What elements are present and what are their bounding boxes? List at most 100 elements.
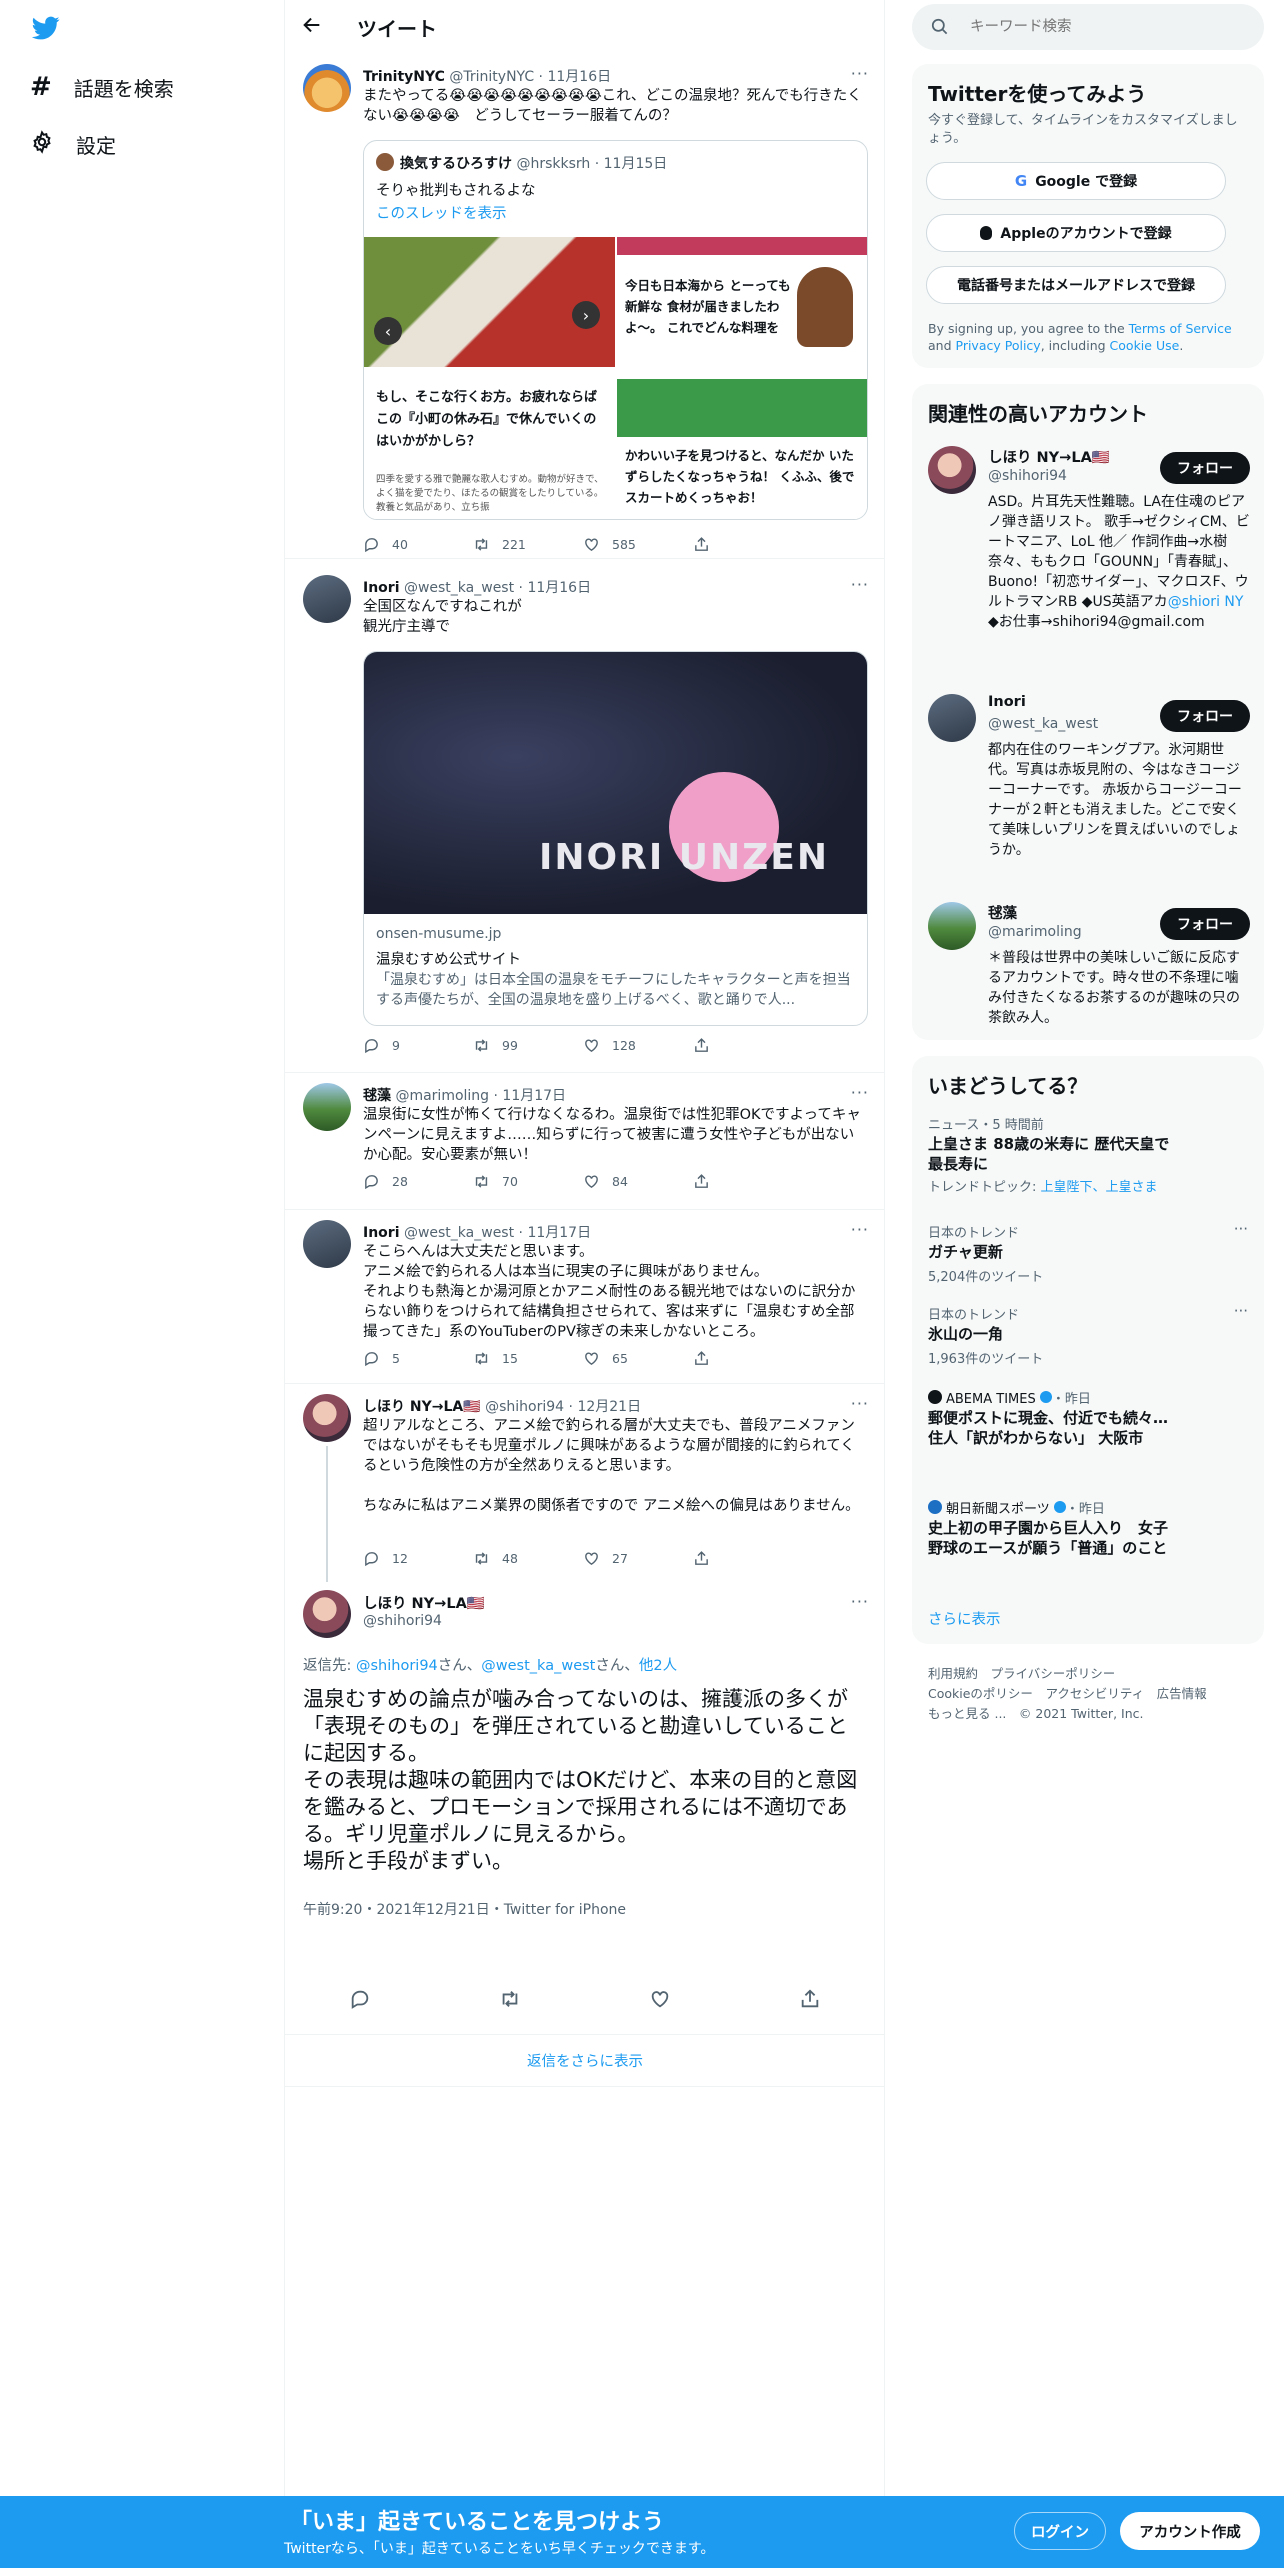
retweet-button[interactable]: 99 <box>473 1037 583 1054</box>
author-handle[interactable]: @shihori94 <box>485 1399 564 1415</box>
account-name[interactable]: しほり NY→LA🇺🇸 <box>988 446 1110 467</box>
more-icon[interactable]: ··· <box>851 1592 869 1611</box>
share-icon[interactable] <box>799 1988 821 2010</box>
twitter-logo-icon[interactable] <box>30 14 62 46</box>
tweet-timestamp[interactable]: 午前9:20・2021年12月21日・Twitter for iPhone <box>303 1899 626 1919</box>
share-button[interactable] <box>693 1550 803 1567</box>
avatar[interactable] <box>303 575 351 623</box>
author-name[interactable]: Inori <box>363 1225 400 1241</box>
login-button[interactable]: ログイン <box>1014 2512 1106 2550</box>
search-box[interactable] <box>912 4 1264 50</box>
trend-item[interactable]: 日本のトレンド ··· ガチャ更新 5,204件のツイート <box>912 1220 1264 1285</box>
more-icon[interactable]: ··· <box>851 1220 869 1239</box>
author-name[interactable]: Inori <box>363 580 400 596</box>
quote-image-right[interactable]: 今日も日本海から とーっても新鮮な 食材が届きましたわよ〜。 これでどんな料理を… <box>617 237 867 519</box>
author-name[interactable]: しほり NY→LA🇺🇸 <box>363 1399 481 1415</box>
quote-image-left[interactable]: ‹ › もし、そこな行くお方。お疲れならばこの『小町の休み石』で休んでいくのはい… <box>364 237 615 519</box>
apple-signup-button[interactable]: Appleのアカウントで登録 <box>926 214 1226 252</box>
trend-item[interactable]: 日本のトレンド ··· 氷山の一角 1,963件のツイート <box>912 1302 1264 1367</box>
account-handle[interactable]: @west_ka_west <box>988 716 1098 732</box>
avatar[interactable] <box>928 446 976 494</box>
footer-more-link[interactable]: もっと見る ... <box>928 1706 1006 1721</box>
account-name[interactable]: 毬藻 <box>988 902 1017 923</box>
avatar[interactable] <box>303 1083 351 1131</box>
avatar[interactable] <box>303 64 351 112</box>
account-name[interactable]: Inori <box>988 694 1026 710</box>
avatar[interactable] <box>928 902 976 950</box>
tweet[interactable]: Inori @west_ka_west · 11月16日 ··· 全国区なんです… <box>285 559 885 1073</box>
link-card[interactable]: INORI UNZEN onsen-musume.jp 温泉むすめ公式サイト 「… <box>363 651 868 1026</box>
retweet-button[interactable]: 70 <box>473 1173 583 1190</box>
footer-link[interactable]: 利用規約 <box>928 1666 978 1681</box>
related-account[interactable]: Inori @west_ka_west フォロー 都内在住のワーキングプア。氷河… <box>912 690 1264 880</box>
heart-icon[interactable] <box>649 1988 671 2010</box>
retweet-icon[interactable] <box>499 1988 521 2010</box>
tweet[interactable]: Inori @west_ka_west · 11月17日 ··· そこらへんは大… <box>285 1210 885 1384</box>
tweet[interactable]: 毬藻 @marimoling · 11月17日 ··· 温泉街に女性が怖くて行け… <box>285 1073 885 1210</box>
privacy-link[interactable]: Privacy Policy <box>956 338 1041 353</box>
reply-mention[interactable]: @west_ka_west <box>481 1658 595 1674</box>
nav-explore[interactable]: # 話題を検索 <box>30 72 174 102</box>
author-handle[interactable]: @marimoling <box>395 1088 489 1104</box>
retweet-button[interactable]: 221 <box>473 536 583 553</box>
author-handle[interactable]: @shihori94 <box>363 1613 442 1629</box>
chevron-right-icon[interactable]: › <box>572 301 600 329</box>
show-more-trends-link[interactable]: さらに表示 <box>928 1608 1001 1629</box>
follow-button[interactable]: フォロー <box>1160 908 1250 940</box>
search-input[interactable] <box>970 16 1240 38</box>
like-button[interactable]: 128 <box>583 1037 693 1054</box>
reply-icon[interactable] <box>349 1988 371 2010</box>
author-name[interactable]: しほり NY→LA🇺🇸 <box>363 1592 485 1613</box>
cookie-link[interactable]: Cookie Use <box>1110 338 1180 353</box>
like-button[interactable]: 27 <box>583 1550 693 1567</box>
tweet-date[interactable]: 11月16日 <box>547 69 611 85</box>
reply-button[interactable]: 12 <box>363 1550 473 1567</box>
quote-tweet[interactable]: 換気するひろすけ @hrskksrh · 11月15日 そりゃ批判もされるよな … <box>363 140 868 520</box>
reply-button[interactable]: 28 <box>363 1173 473 1190</box>
reply-mention[interactable]: @shihori94 <box>356 1658 438 1674</box>
author-handle[interactable]: @west_ka_west <box>404 1225 514 1241</box>
tweet-date[interactable]: 11月17日 <box>527 1225 591 1241</box>
signup-button[interactable]: アカウント作成 <box>1120 2512 1260 2550</box>
bio-mention[interactable]: @shiori NY <box>1168 594 1244 610</box>
author-handle[interactable]: @TrinityNYC <box>449 69 534 85</box>
reply-button[interactable]: 40 <box>363 536 473 553</box>
related-account[interactable]: しほり NY→LA🇺🇸 @shihori94 フォロー ASD。片耳先天性難聴。… <box>912 440 1264 676</box>
tweet-date[interactable]: 11月16日 <box>527 580 591 596</box>
google-signup-button[interactable]: G Google で登録 <box>926 162 1226 200</box>
avatar[interactable] <box>303 1394 351 1442</box>
more-icon[interactable]: ··· <box>1234 1220 1248 1238</box>
more-icon[interactable]: ··· <box>851 575 869 594</box>
follow-button[interactable]: フォロー <box>1160 452 1250 484</box>
reply-others-link[interactable]: 他2人 <box>639 1658 677 1674</box>
tweet-date[interactable]: 11月17日 <box>502 1088 566 1104</box>
more-icon[interactable]: ··· <box>1234 1302 1248 1320</box>
share-button[interactable] <box>693 1037 803 1054</box>
avatar[interactable] <box>303 1220 351 1268</box>
chevron-left-icon[interactable]: ‹ <box>374 317 402 345</box>
share-button[interactable] <box>693 1173 803 1190</box>
back-arrow-icon[interactable] <box>301 14 323 40</box>
like-button[interactable]: 585 <box>583 536 693 553</box>
trend-item[interactable]: ニュース・5 時間前 上皇さま 88歳の米寿に 歴代天皇で最長寿に トレンドトピ… <box>912 1114 1264 1195</box>
more-icon[interactable]: ··· <box>851 1083 869 1102</box>
follow-button[interactable]: フォロー <box>1160 700 1250 732</box>
retweet-button[interactable]: 48 <box>473 1550 583 1567</box>
footer-link[interactable]: 広告情報 <box>1157 1686 1207 1701</box>
share-button[interactable] <box>693 536 803 553</box>
author-name[interactable]: 毬藻 <box>363 1088 391 1104</box>
footer-link[interactable]: アクセシビリティ <box>1045 1686 1144 1701</box>
share-button[interactable] <box>693 1350 803 1367</box>
trend-item[interactable]: ABEMA TIMES ・昨日 郵便ポストに現金、付近でも続々…住人「訳がわから… <box>912 1388 1264 1468</box>
tweet[interactable]: しほり NY→LA🇺🇸 @shihori94 · 12月21日 ··· 超リアル… <box>285 1384 885 1582</box>
avatar[interactable] <box>928 694 976 742</box>
tweet-date[interactable]: 12月21日 <box>577 1399 641 1415</box>
reply-button[interactable]: 5 <box>363 1350 473 1367</box>
related-account[interactable]: 毬藻 @marimoling フォロー ＊普段は世界中の美味しいご飯に反応するア… <box>912 900 1264 1030</box>
reply-button[interactable]: 9 <box>363 1037 473 1054</box>
like-button[interactable]: 84 <box>583 1173 693 1190</box>
phone-email-signup-button[interactable]: 電話番号またはメールアドレスで登録 <box>926 266 1226 304</box>
like-button[interactable]: 65 <box>583 1350 693 1367</box>
more-icon[interactable]: ··· <box>851 64 869 83</box>
trend-topic-link[interactable]: 上皇陛下、上皇さま <box>1041 1180 1158 1195</box>
